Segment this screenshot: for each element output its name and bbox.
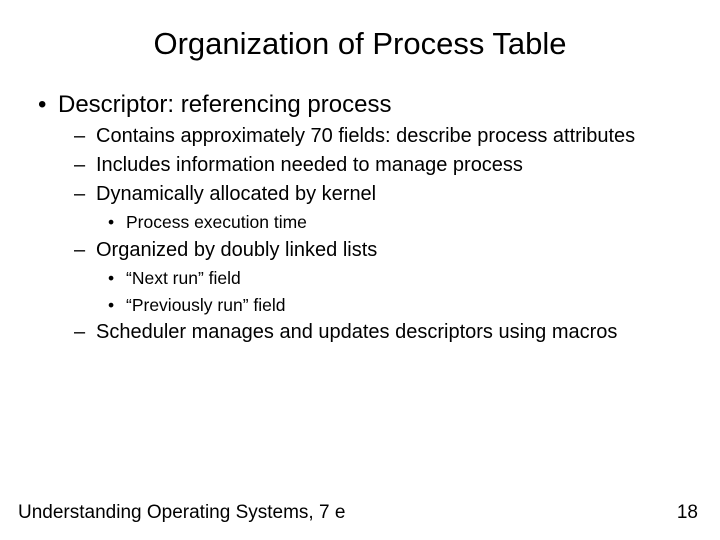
- bullet-l3: “Next run” field: [126, 267, 690, 290]
- bullet-text: Dynamically allocated by kernel: [96, 183, 376, 205]
- slide-title: Organization of Process Table: [30, 26, 690, 62]
- bullet-sublist: Contains approximately 70 fields: descri…: [58, 124, 690, 345]
- bullet-l2: Scheduler manages and updates descriptor…: [96, 320, 690, 345]
- bullet-sublist: “Next run” field “Previously run” field: [96, 267, 690, 317]
- bullet-l3: “Previously run” field: [126, 294, 690, 317]
- footer-source: Understanding Operating Systems, 7 e: [18, 502, 345, 524]
- slide: Organization of Process Table Descriptor…: [0, 0, 720, 345]
- bullet-l2: Contains approximately 70 fields: descri…: [96, 124, 690, 149]
- bullet-l1: Descriptor: referencing process Contains…: [58, 90, 690, 345]
- page-number: 18: [677, 502, 698, 524]
- bullet-list: Descriptor: referencing process Contains…: [30, 90, 690, 345]
- bullet-l2: Dynamically allocated by kernel Process …: [96, 182, 690, 234]
- bullet-text: Organized by doubly linked lists: [96, 239, 377, 261]
- bullet-sublist: Process execution time: [96, 211, 690, 234]
- bullet-l3: Process execution time: [126, 211, 690, 234]
- bullet-text: Descriptor: referencing process: [58, 91, 391, 118]
- bullet-l2: Includes information needed to manage pr…: [96, 153, 690, 178]
- bullet-l2: Organized by doubly linked lists “Next r…: [96, 238, 690, 317]
